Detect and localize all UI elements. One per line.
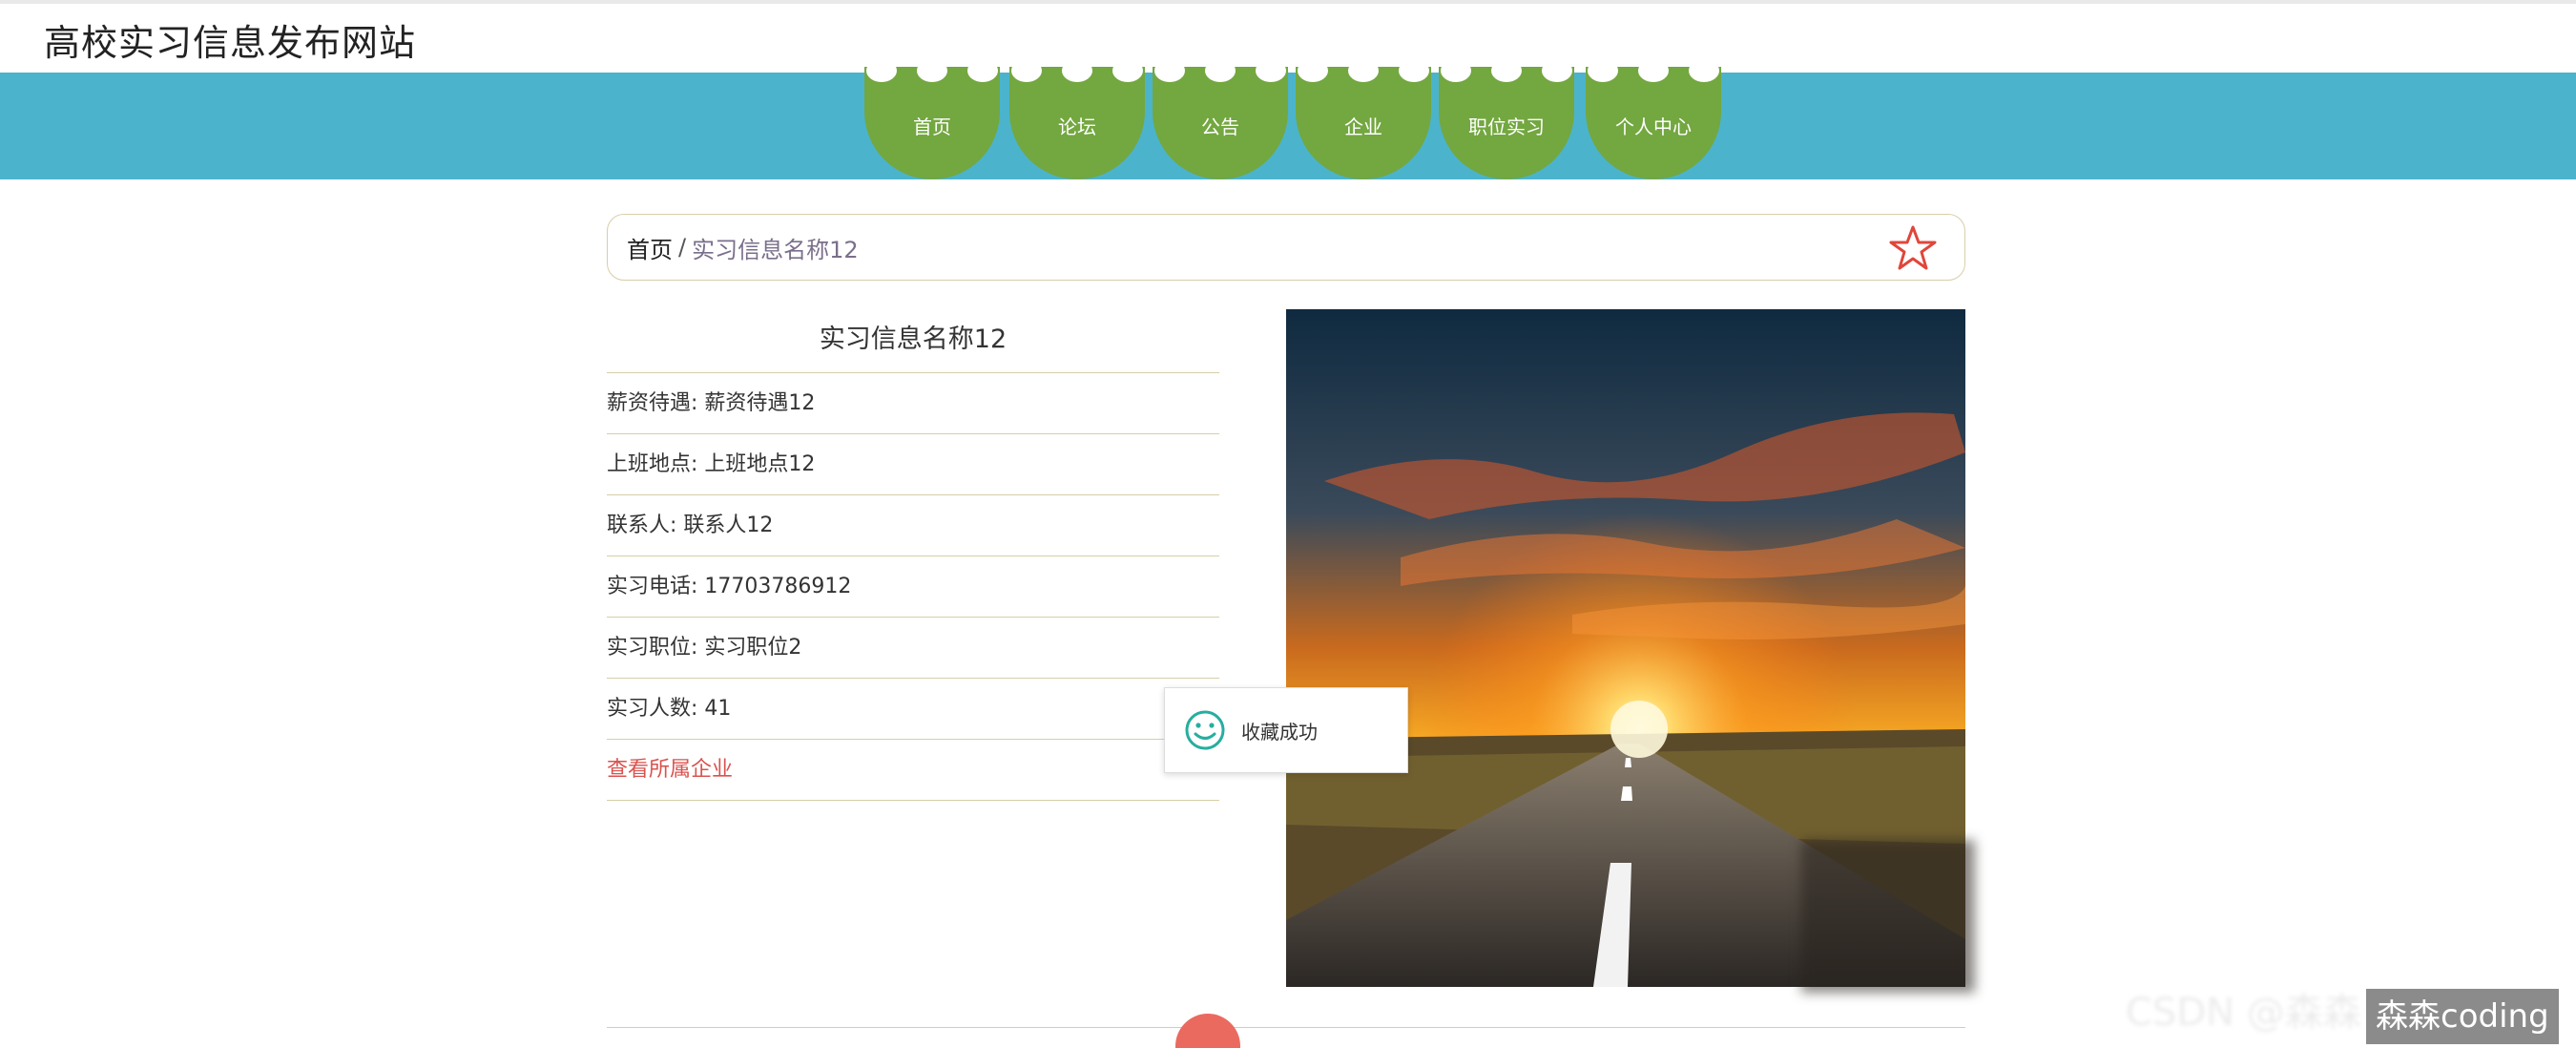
back-to-top-button[interactable] (1175, 1014, 1240, 1048)
breadcrumb-home-link[interactable]: 首页 (627, 231, 673, 264)
detail-row-salary: 薪资待遇: 薪资待遇12 (607, 373, 1219, 434)
top-rule (0, 0, 2576, 4)
internship-detail: 实习信息名称12 薪资待遇: 薪资待遇12 上班地点: 上班地点12 联系人: … (607, 307, 1219, 801)
watermark-faint: CSDN @森森 (2126, 991, 2361, 1035)
detail-row-position: 实习职位: 实习职位2 (607, 618, 1219, 679)
favorite-star-icon[interactable] (1888, 224, 1938, 272)
detail-row-contact: 联系人: 联系人12 (607, 495, 1219, 556)
nav-scallops (1009, 59, 1145, 82)
nav-tab-label: 企业 (1344, 115, 1382, 138)
detail-title: 实习信息名称12 (607, 307, 1219, 373)
nav-scallops (1439, 59, 1574, 82)
breadcrumb-current: 实习信息名称12 (692, 236, 859, 263)
nav-scallops (864, 59, 1000, 82)
detail-row-location: 上班地点: 上班地点12 (607, 434, 1219, 495)
nav-tab-label: 职位实习 (1468, 115, 1545, 138)
nav-scallops (1153, 59, 1288, 82)
nav-band (0, 73, 2576, 179)
nav-scallops (1296, 59, 1431, 82)
blur-overlay (1801, 840, 1975, 993)
breadcrumb: 首页 / 实习信息名称12 (607, 214, 1965, 281)
detail-row-phone: 实习电话: 17703786912 (607, 556, 1219, 618)
watermark-label: 森森coding (2366, 989, 2559, 1044)
page: 高校实习信息发布网站 首页 论坛 公告 企业 职位实习 个人中心 首页 / 实习… (0, 0, 2576, 1048)
nav-tab-label: 公告 (1201, 115, 1239, 138)
bottom-divider (607, 1027, 1965, 1028)
toast-message: 收藏成功 (1241, 720, 1318, 744)
breadcrumb-separator: / (678, 234, 687, 261)
detail-row-headcount: 实习人数: 41 (607, 679, 1219, 740)
nav-tab-label: 论坛 (1058, 115, 1096, 138)
toast-notification: 收藏成功 (1164, 687, 1408, 773)
smile-icon (1185, 710, 1225, 750)
nav-tab-label: 首页 (913, 115, 951, 138)
view-company-link[interactable]: 查看所属企业 (607, 740, 1219, 801)
nav-tab-label: 个人中心 (1615, 115, 1692, 138)
nav-scallops (1586, 59, 1721, 82)
site-title: 高校实习信息发布网站 (44, 22, 417, 64)
